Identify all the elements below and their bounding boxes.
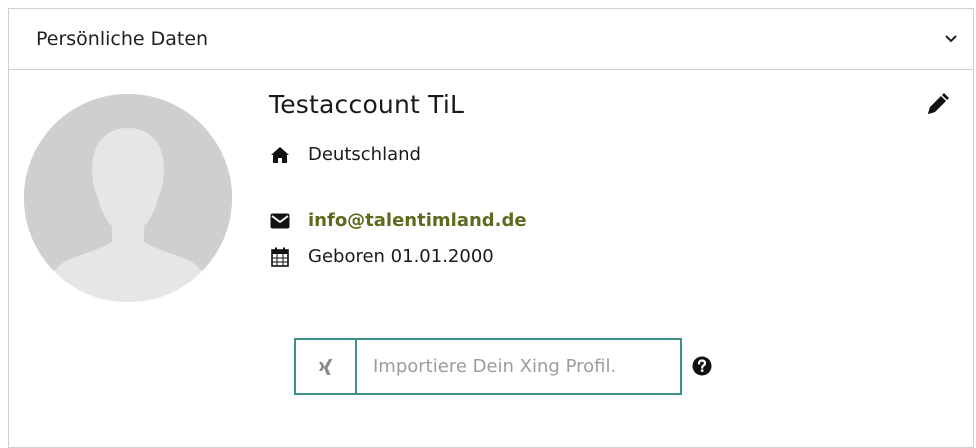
pencil-icon[interactable] [924, 92, 950, 118]
birthdate-row: Geboren 01.01.2000 [270, 246, 494, 267]
birthdate-text: Geboren 01.01.2000 [308, 246, 494, 267]
question-circle-icon[interactable] [692, 356, 712, 376]
calendar-icon [270, 247, 290, 267]
section-title: Persönliche Daten [36, 28, 209, 50]
xing-icon [296, 340, 357, 393]
email-link[interactable]: info@talentimland.de [308, 210, 527, 231]
email-row: info@talentimland.de [270, 210, 527, 231]
country-row: Deutschland [270, 144, 421, 165]
country-text: Deutschland [308, 144, 421, 165]
envelope-icon [270, 211, 290, 231]
chevron-down-icon[interactable] [943, 31, 959, 47]
section-header[interactable]: Persönliche Daten [9, 9, 973, 70]
profile-name: Testaccount TiL [269, 90, 465, 119]
home-icon [270, 145, 290, 165]
avatar [24, 94, 232, 302]
xing-import-group [294, 338, 682, 395]
xing-profile-input[interactable] [357, 340, 680, 393]
